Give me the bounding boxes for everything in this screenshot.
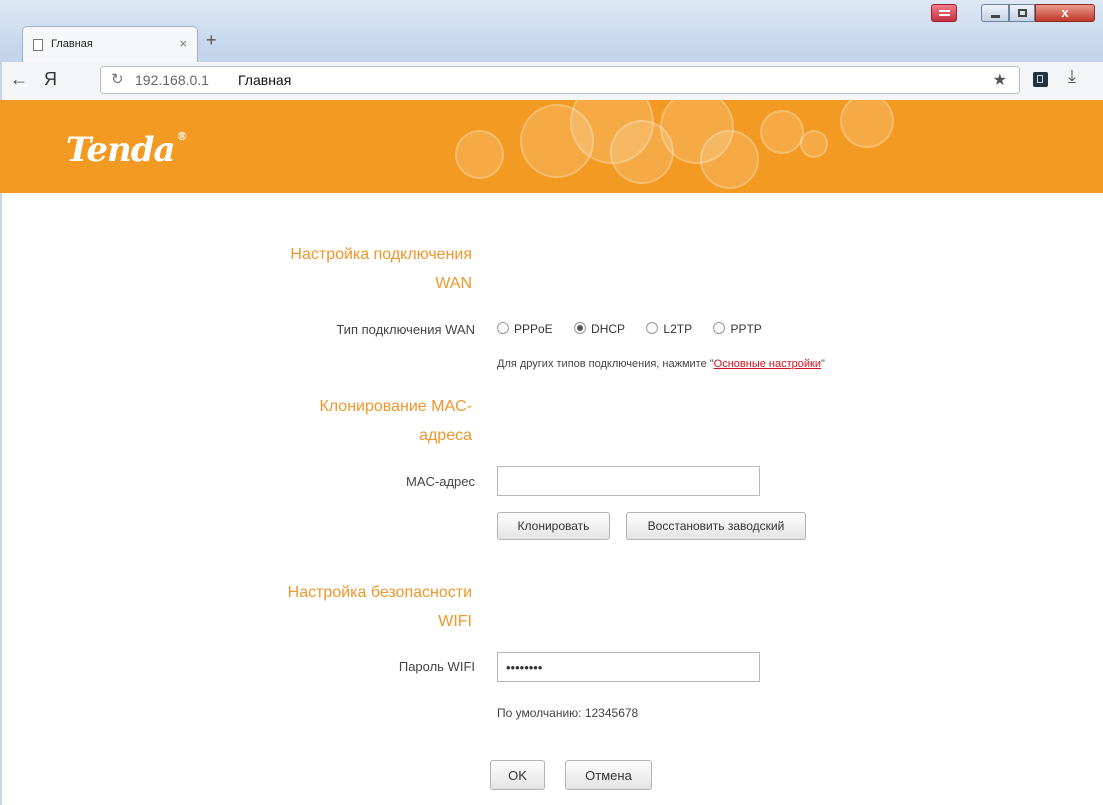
reload-icon[interactable]: ↻ [111,70,124,88]
restore-factory-mac-button[interactable]: Восстановить заводский [626,512,806,540]
tab-home[interactable]: Главная × [22,26,198,62]
wan-title-line1: Настройка подключения [290,246,472,263]
maximize-icon[interactable] [1009,4,1035,22]
mac-title-line2: адреса [419,427,472,444]
tenda-logo: Tenda ® [66,130,188,170]
header-banner: Tenda ® [0,100,1103,193]
browser-menu-icon[interactable] [931,4,957,22]
basic-settings-link[interactable]: Основные настройки [714,358,821,370]
wifi-password-label: Пароль WIFI [398,659,475,674]
bookmark-star-icon[interactable]: ★ [993,70,1007,90]
mac-section-title: Клонирование MAC- адреса [236,392,472,450]
wan-section-title: Настройка подключения WAN [236,240,472,298]
banner-bubble [455,130,504,179]
wan-type-label: Тип подключения WAN [336,322,475,337]
radio-dhcp[interactable]: DHCP [574,322,625,336]
wifi-section-title: Настройка безопасности WIFI [236,578,472,636]
extension-icon[interactable] [1033,72,1048,87]
close-window-icon[interactable]: x [1035,4,1095,22]
tab-close-icon[interactable]: × [179,36,187,51]
page-icon [33,39,43,51]
wan-hint: Для других типов подключения, нажмите "О… [497,358,825,370]
banner-bubble [760,110,804,154]
ok-button[interactable]: OK [490,760,545,790]
url-page-title: Главная [238,72,292,88]
banner-bubble [800,130,828,158]
wifi-title-line1: Настройка безопасности [287,584,472,601]
clone-mac-button[interactable]: Клонировать [497,512,610,540]
address-bar[interactable]: ↻ 192.168.0.1 Главная ★ [100,66,1020,94]
wifi-default-note: По умолчанию: 12345678 [497,706,639,720]
download-icon[interactable]: ⤓ [1068,66,1076,87]
back-arrow-icon[interactable]: ← [10,69,28,90]
wan-title-line2: WAN [435,275,472,292]
radio-l2tp[interactable]: L2TP [646,322,692,336]
wifi-title-line2: WIFI [438,613,472,630]
banner-bubble [700,130,759,189]
new-tab-icon[interactable]: + [206,30,217,51]
minimize-icon[interactable] [981,4,1009,22]
yandex-logo-icon[interactable]: Я [44,69,57,90]
radio-dot [497,322,509,334]
mac-title-line1: Клонирование MAC- [319,398,472,415]
browser-toolbar: ← Я ↻ 192.168.0.1 Главная ★ ⤓ [0,62,1103,101]
mac-address-label: MAC-адрес [406,474,475,489]
banner-bubble [840,100,894,148]
browser-titlebar: Главная × + x [0,0,1103,62]
radio-pppoe[interactable]: PPPoE [497,322,553,336]
url-host: 192.168.0.1 [135,72,209,88]
mac-address-input[interactable] [497,466,760,496]
radio-dot-selected [574,322,587,334]
radio-dot [646,322,659,334]
radio-pptp[interactable]: PPTP [713,322,762,336]
wifi-password-input[interactable] [497,652,760,682]
radio-dot [713,322,726,334]
wan-type-radio-group: PPPoE DHCP L2TP PPTP [497,322,780,336]
cancel-button[interactable]: Отмена [565,760,652,790]
tab-title: Главная [51,38,93,50]
